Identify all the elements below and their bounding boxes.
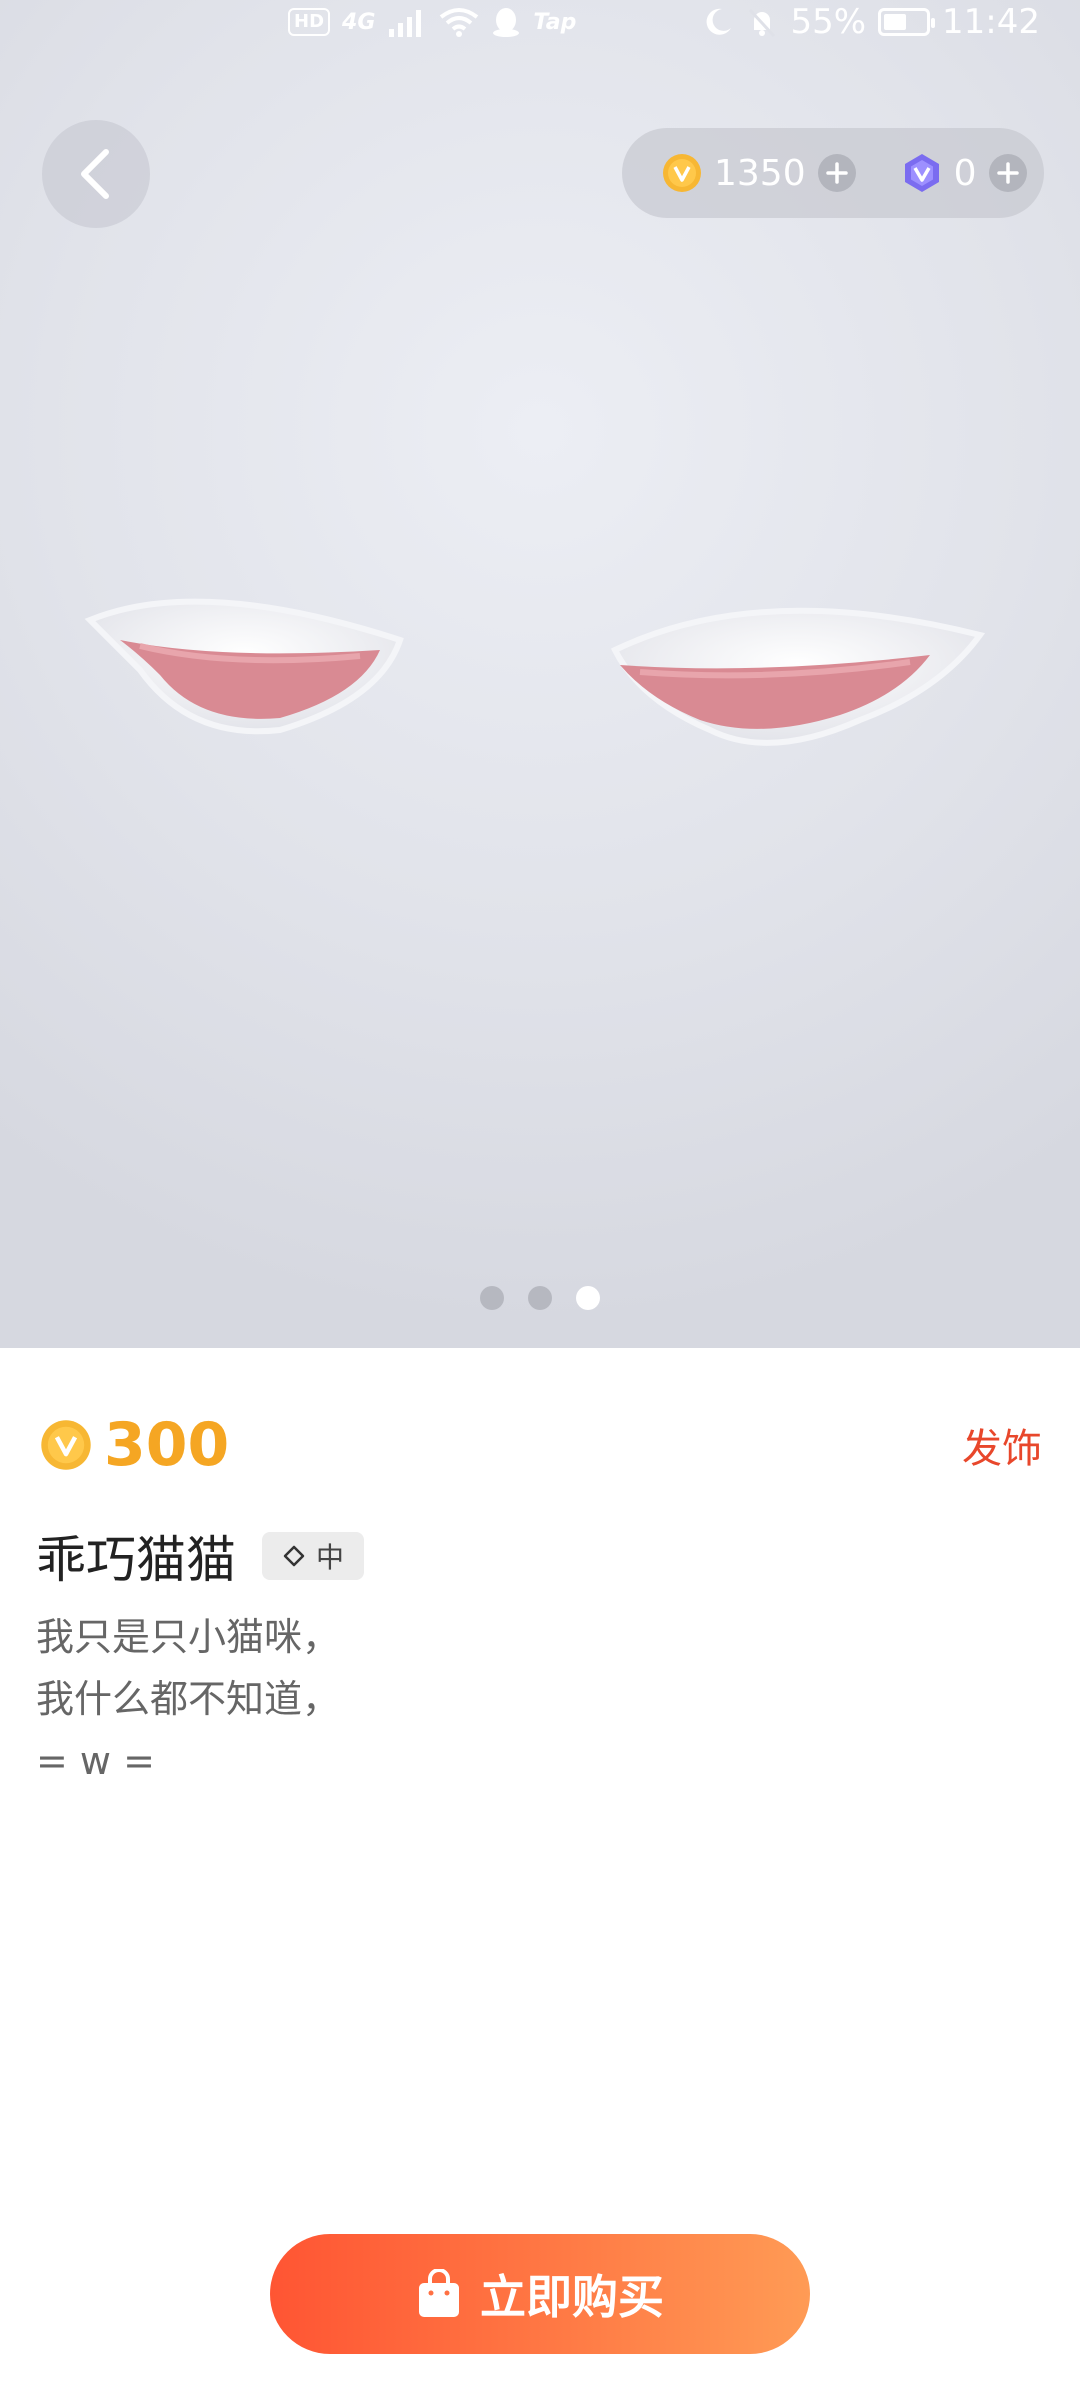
item-category: 发饰	[962, 1426, 1042, 1472]
status-right: 55% 11:42	[702, 2, 1040, 42]
currency-balance: 1350 0	[622, 128, 1044, 218]
battery-percent: 55%	[790, 2, 867, 42]
coin-icon	[41, 1420, 91, 1470]
shopping-bag-icon	[419, 2269, 459, 2317]
carousel-dot[interactable]	[576, 1286, 600, 1310]
gem-count: 0	[953, 152, 977, 194]
description-line: 我什么都不知道，	[36, 1677, 341, 1721]
signal-icon	[389, 10, 422, 37]
item-price: 300	[104, 1410, 230, 1480]
diamond-outline-icon	[283, 1545, 305, 1567]
clock: 11:42	[942, 2, 1040, 42]
coin-icon	[663, 154, 701, 192]
item-description: 我只是只小猫咪， 我什么都不知道， = w =	[36, 1606, 340, 1792]
plus-icon	[996, 162, 1019, 184]
carousel-dot[interactable]	[528, 1286, 552, 1310]
gem-icon	[904, 154, 939, 192]
qq-icon	[493, 8, 520, 37]
carousel-indicator	[0, 1286, 1080, 1312]
back-button[interactable]	[42, 120, 150, 228]
rarity-label: 中	[316, 1541, 345, 1574]
battery-icon	[878, 8, 936, 36]
coin-count: 1350	[714, 152, 806, 194]
add-coins-button[interactable]	[817, 154, 856, 192]
chevron-left-icon	[81, 149, 109, 199]
gem-balance: 0	[902, 153, 1027, 194]
cat-ear-right-image	[610, 607, 986, 746]
item-name: 乖巧猫猫	[36, 1531, 236, 1589]
battery-fill	[884, 14, 907, 30]
description-line: = w =	[36, 1739, 155, 1783]
buy-now-button[interactable]: 立即购买	[270, 2234, 810, 2354]
network-type: 4G	[342, 9, 376, 35]
rarity-badge: 中	[262, 1532, 365, 1580]
moon-icon	[707, 8, 732, 35]
plus-icon	[825, 162, 848, 184]
hd-badge: HD	[288, 8, 331, 36]
buy-now-label: 立即购买	[480, 2270, 664, 2324]
carousel-dot[interactable]	[480, 1286, 504, 1310]
title-row: 乖巧猫猫 中	[36, 1520, 365, 1592]
cat-ear-left-image	[84, 598, 404, 735]
coin-balance: 1350	[662, 153, 856, 194]
tap-app-label: Tap	[533, 9, 577, 35]
item-preview: HD 4G Tap 55% 11:42 1350 0	[0, 0, 1080, 1348]
description-line: 我只是只小猫咪，	[36, 1615, 341, 1659]
mute-bell-icon	[749, 8, 776, 38]
status-left: HD 4G Tap	[288, 6, 576, 38]
wifi-icon	[440, 8, 479, 37]
status-bar: HD 4G Tap 55% 11:42	[0, 0, 1080, 52]
add-gems-button[interactable]	[988, 154, 1027, 192]
price-row: 300	[40, 1410, 229, 1480]
